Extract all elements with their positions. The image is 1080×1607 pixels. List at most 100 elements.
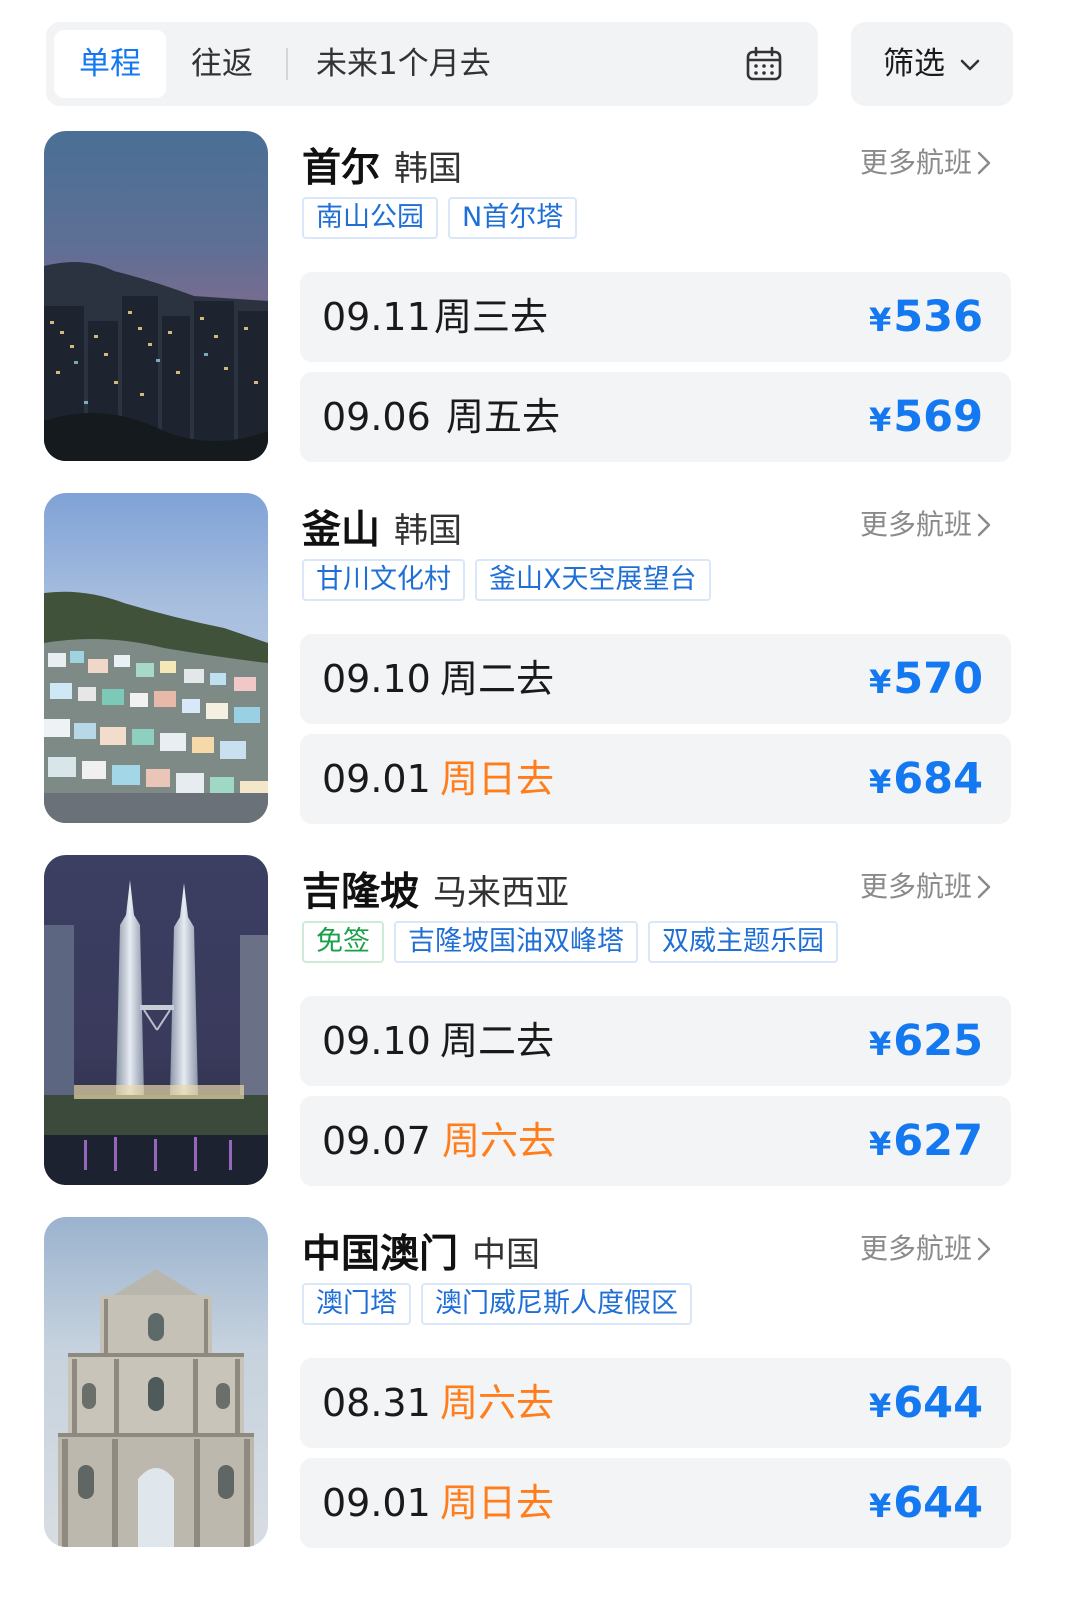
currency-symbol: ¥: [868, 401, 892, 439]
flight-price: ¥644: [869, 1358, 983, 1451]
destination-card-seoul[interactable]: 首尔 韩国 更多航班 南山公园 N首尔塔 09.11 周三去 ¥536 09.06 …: [0, 131, 1080, 462]
flight-option[interactable]: 09.10 周二去 ¥625: [300, 996, 1011, 1086]
flight-weekday: 周六去: [440, 1381, 555, 1425]
price-value: 625: [893, 1016, 983, 1066]
currency-symbol: ¥: [868, 301, 892, 339]
flight-date: 09.06: [322, 395, 431, 439]
attraction-tag: N首尔塔: [448, 197, 578, 239]
flight-price: ¥684: [869, 734, 983, 827]
city-title-row: 首尔 韩国: [302, 137, 463, 191]
flight-price: ¥625: [869, 996, 983, 1089]
chevron-right-icon: [977, 151, 991, 175]
flight-weekday: 周日去: [440, 757, 555, 801]
filter-button[interactable]: 筛选: [851, 22, 1013, 106]
destination-photo[interactable]: [44, 131, 268, 461]
attraction-tag: 双威主题乐园: [648, 921, 838, 963]
destination-photo[interactable]: [44, 855, 268, 1185]
attraction-tag: 甘川文化村: [302, 559, 465, 601]
flight-price: ¥644: [869, 1458, 983, 1551]
currency-symbol: ¥: [868, 1125, 892, 1163]
flight-weekday: 周二去: [440, 657, 555, 701]
more-flights-link[interactable]: 更多航班: [860, 143, 992, 183]
destination-card-kuala-lumpur[interactable]: 吉隆坡 马来西亚 更多航班 免签 吉隆坡国油双峰塔 双威主题乐园 09.10 周二去 …: [0, 855, 1080, 1186]
attraction-tag: 南山公园: [302, 197, 438, 239]
currency-symbol: ¥: [868, 1487, 892, 1525]
flight-option[interactable]: 08.31 周六去 ¥644: [300, 1358, 1011, 1448]
destination-card-busan[interactable]: 釜山 韩国 更多航班 甘川文化村 釜山X天空展望台 09.10 周二去 ¥570 0…: [0, 493, 1080, 824]
more-flights-label: 更多航班: [860, 1232, 973, 1265]
more-flights-label: 更多航班: [860, 146, 973, 179]
flight-date: 09.10: [322, 657, 431, 701]
chevron-right-icon: [977, 875, 991, 899]
tab-one-way[interactable]: 单程: [54, 30, 166, 98]
country-name: 马来西亚: [433, 872, 570, 913]
chevron-right-icon: [977, 1237, 991, 1261]
price-value: 569: [893, 392, 983, 442]
flight-weekday: 周五去: [446, 395, 561, 439]
price-value: 644: [893, 1378, 983, 1428]
flight-option[interactable]: 09.07 周六去 ¥627: [300, 1096, 1011, 1186]
destination-photo[interactable]: [44, 1217, 268, 1547]
price-value: 644: [893, 1478, 983, 1528]
price-value: 570: [893, 654, 983, 704]
chevron-down-icon: [960, 59, 980, 71]
attraction-tag: 釜山X天空展望台: [475, 559, 711, 601]
filter-label: 筛选: [883, 46, 945, 82]
more-flights-link[interactable]: 更多航班: [860, 1229, 992, 1269]
flight-option[interactable]: 09.01 周日去 ¥684: [300, 734, 1011, 824]
flight-date: 08.31: [322, 1381, 431, 1425]
date-range-selector[interactable]: 未来1个月去: [316, 22, 491, 106]
flight-date: 09.07: [322, 1119, 431, 1163]
flight-weekday: 周六去: [442, 1119, 557, 1163]
city-title-row: 吉隆坡 马来西亚: [302, 861, 570, 915]
flight-date: 09.01: [322, 1481, 431, 1525]
city-name: 釜山: [302, 508, 381, 553]
flight-date: 09.10: [322, 1019, 431, 1063]
country-name: 中国: [472, 1234, 541, 1275]
flight-price: ¥536: [869, 272, 983, 365]
currency-symbol: ¥: [868, 663, 892, 701]
flight-date: 09.11: [322, 295, 431, 339]
more-flights-link[interactable]: 更多航班: [860, 867, 992, 907]
chevron-right-icon: [977, 513, 991, 537]
more-flights-link[interactable]: 更多航班: [860, 505, 992, 545]
divider: [286, 48, 288, 80]
attraction-tags: 南山公园 N首尔塔: [302, 197, 587, 239]
city-name: 首尔: [302, 146, 381, 191]
flight-option[interactable]: 09.01 周日去 ¥644: [300, 1458, 1011, 1548]
more-flights-label: 更多航班: [860, 870, 973, 903]
attraction-tags: 免签 吉隆坡国油双峰塔 双威主题乐园: [302, 921, 848, 963]
city-title-row: 中国澳门 中国: [302, 1223, 541, 1277]
flight-date: 09.01: [322, 757, 431, 801]
country-name: 韩国: [394, 510, 463, 551]
flight-price: ¥569: [869, 372, 983, 465]
tab-round-trip[interactable]: 往返: [170, 30, 274, 98]
calendar-icon[interactable]: [746, 46, 782, 82]
currency-symbol: ¥: [868, 1387, 892, 1425]
flight-weekday: 周日去: [440, 1481, 555, 1525]
price-value: 536: [893, 292, 983, 342]
more-flights-label: 更多航班: [860, 508, 973, 541]
city-name: 中国澳门: [302, 1232, 459, 1277]
visa-free-badge: 免签: [302, 921, 384, 963]
flight-weekday: 周三去: [434, 295, 549, 339]
flight-price: ¥627: [869, 1096, 983, 1189]
attraction-tag: 澳门威尼斯人度假区: [421, 1283, 692, 1325]
city-name: 吉隆坡: [302, 870, 420, 915]
destination-photo[interactable]: [44, 493, 268, 823]
trip-type-bar: 单程 往返 未来1个月去: [46, 22, 818, 106]
destination-card-macau[interactable]: 中国澳门 中国 更多航班 澳门塔 澳门威尼斯人度假区 08.31 周六去 ¥644 …: [0, 1217, 1080, 1548]
city-title-row: 釜山 韩国: [302, 499, 463, 553]
attraction-tag: 澳门塔: [302, 1283, 411, 1325]
flight-option[interactable]: 09.10 周二去 ¥570: [300, 634, 1011, 724]
price-value: 627: [893, 1116, 983, 1166]
country-name: 韩国: [394, 148, 463, 189]
attraction-tags: 甘川文化村 釜山X天空展望台: [302, 559, 721, 601]
price-value: 684: [893, 754, 983, 804]
currency-symbol: ¥: [868, 1025, 892, 1063]
flight-option[interactable]: 09.06 周五去 ¥569: [300, 372, 1011, 462]
attraction-tag: 吉隆坡国油双峰塔: [394, 921, 638, 963]
flight-price: ¥570: [869, 634, 983, 727]
flight-weekday: 周二去: [440, 1019, 555, 1063]
flight-option[interactable]: 09.11 周三去 ¥536: [300, 272, 1011, 362]
